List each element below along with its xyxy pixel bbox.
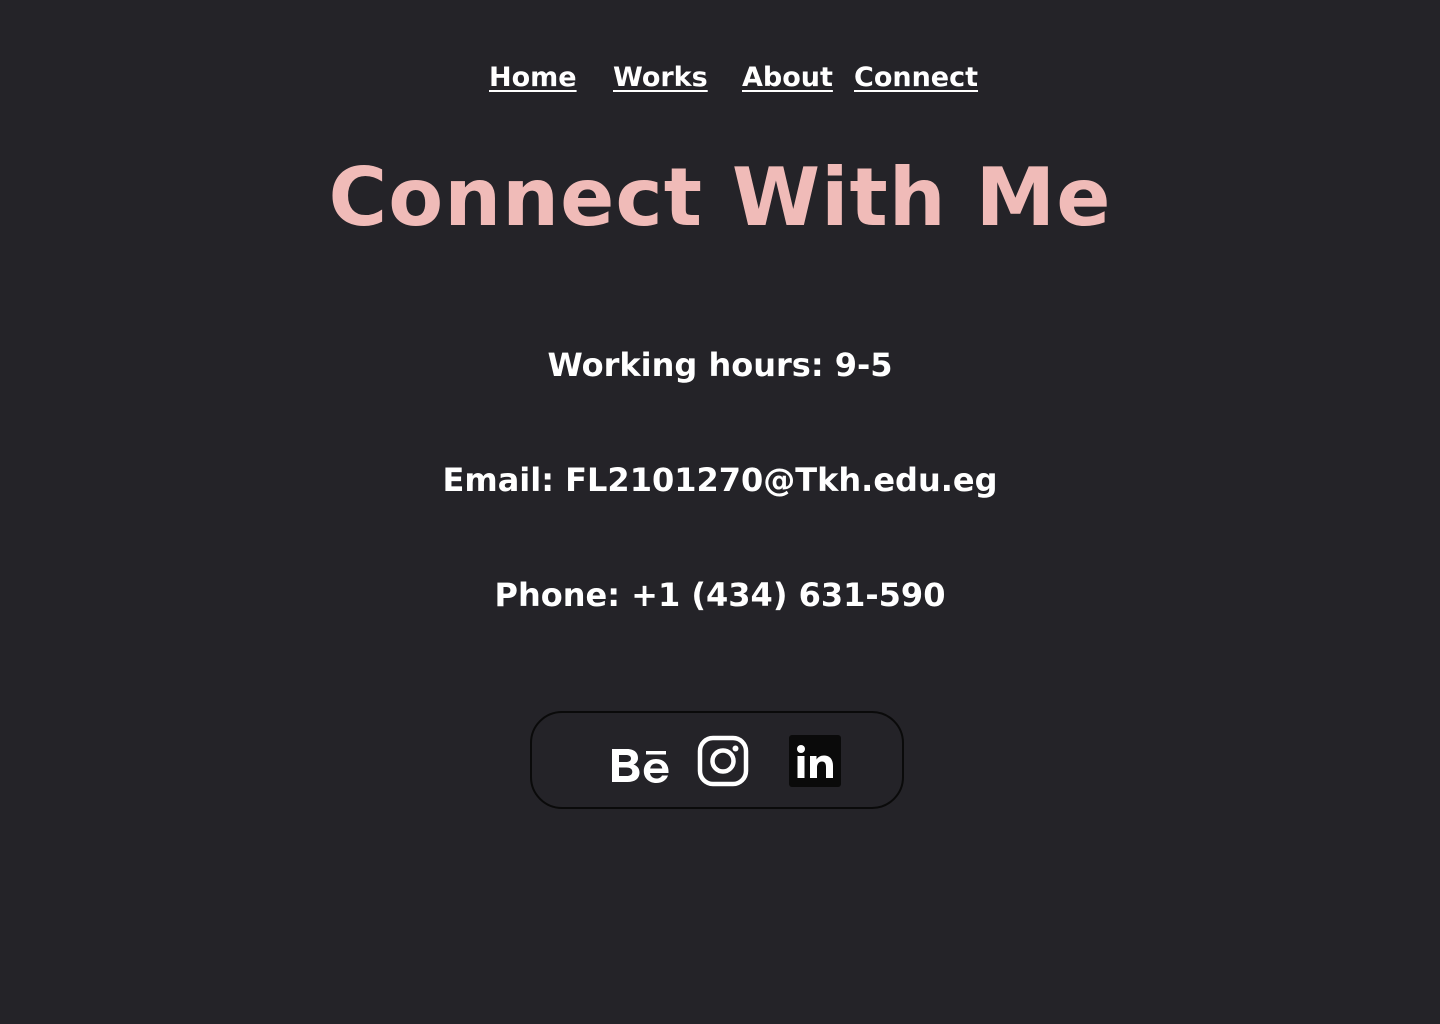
nav-link-works[interactable]: Works	[613, 60, 708, 96]
page: Home Works About Connect Connect With Me…	[0, 0, 1440, 1024]
social-links-box	[530, 711, 904, 809]
phone-text: Phone: +1 (434) 631-590	[494, 576, 946, 614]
nav-link-connect[interactable]: Connect	[854, 60, 978, 96]
page-title: Connect With Me	[328, 151, 1112, 244]
nav-link-about[interactable]: About	[742, 60, 833, 96]
linkedin-icon[interactable]	[789, 735, 841, 787]
instagram-icon[interactable]	[697, 735, 749, 787]
working-hours-text: Working hours: 9-5	[547, 346, 893, 384]
behance-icon[interactable]	[610, 743, 672, 787]
top-nav: Home Works About Connect	[0, 60, 1440, 100]
nav-link-home[interactable]: Home	[489, 60, 577, 96]
email-text: Email: FL2101270@Tkh.edu.eg	[442, 461, 998, 499]
